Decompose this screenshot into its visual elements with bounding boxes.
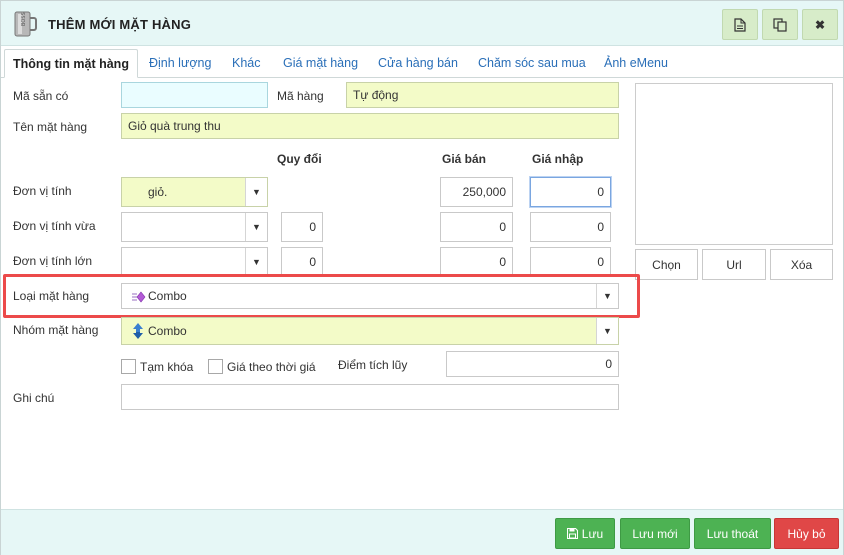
dialog-title: THÊM MỚI MẶT HÀNG — [48, 17, 192, 32]
luu-button[interactable]: Lưu — [555, 518, 615, 549]
document-button[interactable] — [722, 9, 758, 40]
chevron-down-icon: ▼ — [245, 178, 267, 206]
svg-text:BOSS: BOSS — [21, 12, 27, 26]
don-vi-tinh-select[interactable]: giỏ. ▼ — [121, 177, 268, 207]
tab-cua-hang-ban[interactable]: Cửa hàng bán — [370, 49, 466, 78]
close-icon: ✖ — [814, 17, 826, 32]
quy-doi-header: Quy đổi — [277, 152, 322, 166]
close-button[interactable]: ✖ — [802, 9, 838, 40]
don-vi-tinh-vua-label: Đơn vị tính vừa — [13, 219, 96, 233]
dialog-window: BOSS THÊM MỚI MẶT HÀNG ✖ Thông tin mặt h… — [0, 0, 844, 555]
tab-dinh-luong[interactable]: Định lượng — [141, 49, 219, 78]
luu-label: Lưu — [581, 526, 604, 541]
nhom-mat-hang-select[interactable]: Combo ▼ — [121, 317, 619, 345]
nhom-mat-hang-value: Combo — [148, 324, 187, 338]
tam-khoa-checkbox[interactable] — [121, 359, 136, 374]
don-vi-tinh-value: giỏ. — [148, 185, 168, 199]
save-icon — [566, 528, 578, 539]
don-vi-tinh-vua-quy-doi-input[interactable]: 0 — [281, 212, 323, 242]
gia-ban-header: Giá bán — [442, 152, 487, 166]
don-vi-tinh-gia-ban-input[interactable]: 250,000 — [440, 177, 513, 207]
tab-gia-mat-hang[interactable]: Giá mặt hàng — [275, 49, 366, 78]
copy-icon — [773, 17, 787, 32]
don-vi-tinh-gia-nhap-input[interactable]: 0 — [530, 177, 611, 207]
don-vi-tinh-vua-select[interactable]: ▼ — [121, 212, 268, 242]
loai-mat-hang-select[interactable]: Combo ▼ — [121, 283, 619, 309]
ma-san-co-label: Mã sẵn có — [13, 89, 69, 103]
don-vi-tinh-lon-label: Đơn vị tính lớn — [13, 254, 93, 268]
chevron-down-icon: ▼ — [245, 213, 267, 241]
don-vi-tinh-lon-gia-ban-input[interactable]: 0 — [440, 247, 513, 277]
don-vi-tinh-label: Đơn vị tính — [13, 184, 72, 198]
diem-tich-luy-input[interactable]: 0 — [446, 351, 619, 377]
don-vi-tinh-vua-gia-nhap-input[interactable]: 0 — [530, 212, 611, 242]
diem-tich-luy-label: Điểm tích lũy — [338, 358, 408, 372]
ten-mat-hang-input[interactable]: Giỏ quà trung thu — [121, 113, 619, 139]
don-vi-tinh-lon-gia-nhap-input[interactable]: 0 — [530, 247, 611, 277]
don-vi-tinh-lon-quy-doi-input[interactable]: 0 — [281, 247, 323, 277]
tab-cham-soc-sau-mua[interactable]: Chăm sóc sau mua — [470, 49, 594, 78]
product-image-preview — [635, 83, 833, 245]
chevron-down-icon: ▼ — [245, 248, 267, 276]
xoa-image-button[interactable]: Xóa — [770, 249, 833, 280]
document-icon — [734, 17, 746, 32]
gia-nhap-header: Giá nhập — [532, 152, 584, 166]
copy-button[interactable] — [762, 9, 798, 40]
luu-moi-button[interactable]: Lưu mới — [620, 518, 690, 549]
gia-theo-thoi-gia-label: Giá theo thời giá — [227, 360, 316, 374]
app-logo-icon: BOSS — [14, 11, 37, 37]
ten-mat-hang-label: Tên mặt hàng — [13, 120, 88, 134]
huy-bo-button[interactable]: Hủy bỏ — [774, 518, 839, 549]
ghi-chu-input[interactable] — [121, 384, 619, 410]
tab-anh-emenu[interactable]: Ảnh eMenu — [596, 49, 676, 78]
loai-mat-hang-value: Combo — [148, 289, 187, 303]
tab-bar: Thông tin mặt hàng Định lượng Khác Giá m… — [1, 46, 843, 78]
don-vi-tinh-vua-gia-ban-input[interactable]: 0 — [440, 212, 513, 242]
nhom-mat-hang-label: Nhóm mặt hàng — [13, 323, 99, 337]
ma-san-co-input[interactable] — [121, 82, 268, 108]
chevron-down-icon: ▼ — [596, 284, 618, 308]
gia-theo-thoi-gia-checkbox[interactable] — [208, 359, 223, 374]
chevron-down-icon: ▼ — [596, 318, 618, 344]
ghi-chu-label: Ghi chú — [13, 391, 55, 405]
tab-thong-tin-mat-hang[interactable]: Thông tin mặt hàng — [4, 49, 138, 78]
don-vi-tinh-lon-select[interactable]: ▼ — [121, 247, 268, 277]
ma-hang-input[interactable]: Tự động — [346, 82, 619, 108]
combo-icon — [132, 291, 146, 303]
chon-image-button[interactable]: Chọn — [635, 249, 698, 280]
title-bar: BOSS THÊM MỚI MẶT HÀNG ✖ — [1, 1, 843, 46]
ma-hang-label: Mã hàng — [277, 89, 324, 103]
luu-thoat-button[interactable]: Lưu thoát — [694, 518, 771, 549]
url-image-button[interactable]: Url — [702, 249, 766, 280]
tam-khoa-label: Tạm khóa — [140, 360, 194, 374]
dialog-footer: Lưu Lưu mới Lưu thoát Hủy bỏ — [1, 509, 843, 555]
loai-mat-hang-label: Loại mặt hàng — [13, 289, 90, 303]
sort-arrows-icon — [133, 323, 143, 339]
tab-khac[interactable]: Khác — [224, 49, 269, 78]
